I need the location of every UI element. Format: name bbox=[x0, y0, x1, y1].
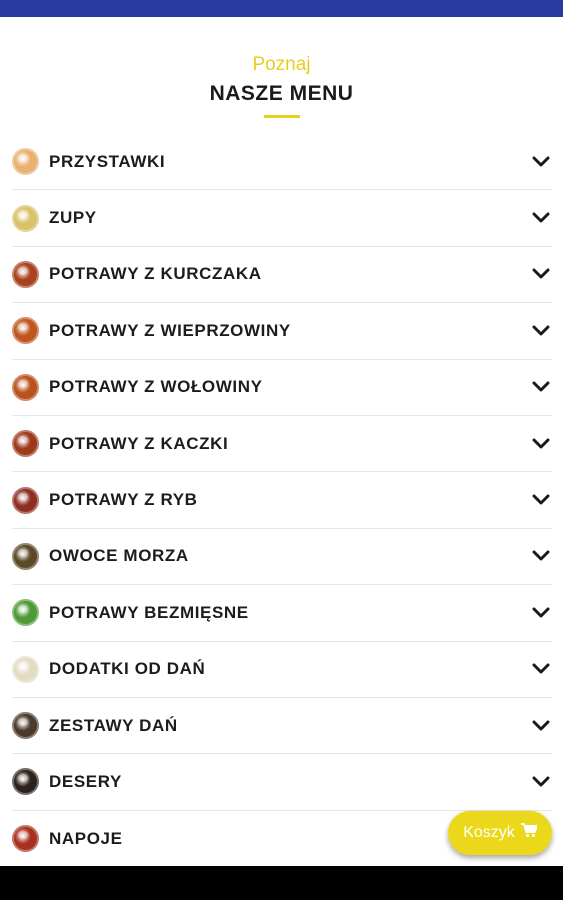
drink-glass-icon bbox=[12, 825, 39, 853]
menu-category-7[interactable]: OWOCE MORZA bbox=[12, 529, 552, 586]
menu-category-0[interactable]: PRZYSTAWKI bbox=[12, 134, 552, 191]
system-navigation-bar bbox=[0, 866, 563, 900]
chevron-down-icon[interactable] bbox=[530, 376, 552, 398]
chevron-down-icon[interactable] bbox=[530, 207, 552, 229]
menu-category-label: POTRAWY Z WIEPRZOWINY bbox=[49, 320, 291, 340]
chevron-down-icon[interactable] bbox=[530, 320, 552, 342]
menu-header: Poznaj NASZE MENU bbox=[0, 52, 563, 118]
chevron-down-icon[interactable] bbox=[530, 771, 552, 793]
appetizer-dish-icon bbox=[12, 148, 39, 176]
menu-category-2[interactable]: POTRAWY Z KURCZAKA bbox=[12, 247, 552, 304]
pork-dish-icon bbox=[12, 317, 39, 345]
menu-category-list: PRZYSTAWKI ZUPY POTRAWY Z KURCZAKA POTRAWY … bbox=[12, 134, 552, 867]
menu-category-label: POTRAWY Z WOŁOWINY bbox=[49, 377, 263, 397]
menu-category-9[interactable]: DODATKI OD DAŃ bbox=[12, 642, 552, 698]
chevron-down-icon[interactable] bbox=[530, 545, 552, 567]
menu-category-4[interactable]: POTRAWY Z WOŁOWINY bbox=[12, 360, 552, 416]
chicken-dish-icon bbox=[12, 260, 39, 288]
page-title: NASZE MENU bbox=[209, 82, 354, 105]
chevron-down-icon[interactable] bbox=[530, 602, 552, 624]
menu-category-label: DODATKI OD DAŃ bbox=[49, 659, 206, 679]
chevron-down-icon[interactable] bbox=[530, 151, 552, 173]
menu-category-label: POTRAWY Z KURCZAKA bbox=[49, 264, 262, 284]
set-meal-icon bbox=[12, 712, 39, 740]
cart-button-label: Koszyk bbox=[463, 824, 515, 841]
dessert-dish-icon bbox=[12, 768, 39, 796]
status-bar bbox=[0, 0, 563, 17]
menu-category-1[interactable]: ZUPY bbox=[12, 190, 552, 247]
fish-dish-icon bbox=[12, 486, 39, 514]
chevron-down-icon[interactable] bbox=[530, 433, 552, 455]
menu-category-5[interactable]: POTRAWY Z KACZKI bbox=[12, 416, 552, 473]
chevron-down-icon[interactable] bbox=[530, 658, 552, 680]
menu-category-3[interactable]: POTRAWY Z WIEPRZOWINY bbox=[12, 303, 552, 360]
chevron-down-icon[interactable] bbox=[530, 715, 552, 737]
duck-dish-icon bbox=[12, 430, 39, 458]
chevron-down-icon[interactable] bbox=[530, 489, 552, 511]
menu-category-11[interactable]: DESERY bbox=[12, 754, 552, 811]
menu-category-10[interactable]: ZESTAWY DAŃ bbox=[12, 698, 552, 755]
menu-category-label: OWOCE MORZA bbox=[49, 546, 189, 566]
vegetarian-dish-icon bbox=[12, 599, 39, 627]
header-eyebrow: Poznaj bbox=[252, 54, 311, 75]
cart-button[interactable]: Koszyk bbox=[448, 811, 552, 855]
side-dish-icon bbox=[12, 655, 39, 683]
seafood-dish-icon bbox=[12, 542, 39, 570]
title-underline bbox=[263, 115, 300, 118]
menu-category-label: POTRAWY Z RYB bbox=[49, 490, 198, 510]
menu-category-label: DESERY bbox=[49, 771, 122, 791]
menu-category-label: POTRAWY Z KACZKI bbox=[49, 433, 229, 453]
menu-category-label: ZUPY bbox=[49, 208, 97, 228]
menu-category-label: POTRAWY BEZMIĘSNE bbox=[49, 602, 249, 622]
menu-category-label: ZESTAWY DAŃ bbox=[49, 715, 178, 735]
soup-bowl-icon bbox=[12, 204, 39, 232]
chevron-down-icon[interactable] bbox=[530, 263, 552, 285]
shopping-cart-icon bbox=[520, 823, 538, 843]
beef-dish-icon bbox=[12, 373, 39, 401]
menu-category-8[interactable]: POTRAWY BEZMIĘSNE bbox=[12, 585, 552, 642]
menu-category-6[interactable]: POTRAWY Z RYB bbox=[12, 472, 552, 529]
menu-category-label: PRZYSTAWKI bbox=[49, 151, 166, 171]
